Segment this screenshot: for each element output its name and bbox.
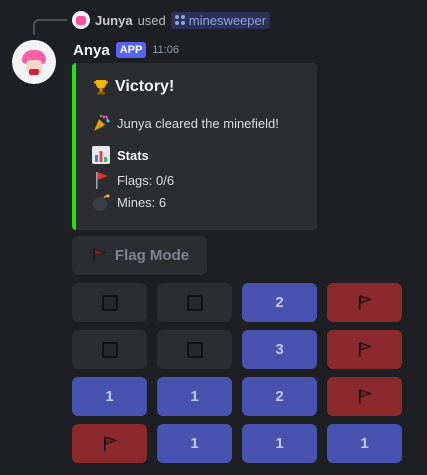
stats-heading: Stats (90, 144, 149, 166)
cell-number: 3 (275, 341, 284, 358)
hidden-cell-button[interactable] (72, 283, 147, 322)
stats-flags: Flags: 0/6 (90, 169, 174, 191)
trophy-icon (90, 76, 112, 98)
revealed-number-cell[interactable]: 3 (242, 330, 317, 369)
reply-context[interactable]: Junya used minesweeper (72, 10, 271, 30)
minesweeper-board: 2 3 1 1 2 1 1 1 (72, 283, 402, 463)
hidden-square-icon (186, 294, 203, 311)
flagged-cell-button[interactable] (72, 424, 147, 463)
flag-icon (355, 293, 375, 313)
stats-title-text: Stats (117, 147, 149, 163)
message-timestamp[interactable]: 11:06 (152, 44, 179, 56)
revealed-number-cell[interactable]: 1 (327, 424, 402, 463)
flag-icon (355, 387, 375, 407)
flags-count-text: Flags: 0/6 (117, 172, 175, 188)
revealed-number-cell[interactable]: 2 (242, 377, 317, 416)
hidden-cell-button[interactable] (72, 330, 147, 369)
cell-number: 2 (275, 294, 284, 311)
hidden-cell-button[interactable] (157, 283, 232, 322)
flag-icon (100, 434, 120, 454)
flagged-cell-button[interactable] (327, 283, 402, 322)
flag-mode-button[interactable]: Flag Mode (72, 236, 207, 275)
flagged-cell-button[interactable] (327, 330, 402, 369)
party-popper-icon (90, 112, 112, 134)
flag-icon (90, 247, 108, 265)
revealed-number-cell[interactable]: 2 (242, 283, 317, 322)
hidden-square-icon (101, 294, 118, 311)
result-embed: Victory! Junya cleared the minefield! St… (72, 63, 317, 230)
hidden-cell-button[interactable] (157, 330, 232, 369)
stats-mines: Mines: 6 (90, 191, 166, 213)
bomb-icon (90, 191, 112, 213)
embed-title-text: Victory! (115, 78, 175, 95)
cell-number: 1 (360, 435, 369, 452)
flagged-cell-button[interactable] (327, 377, 402, 416)
author-avatar[interactable] (12, 40, 56, 84)
command-name: minesweeper (188, 12, 267, 28)
message-header: Anya APP 11:06 (73, 40, 179, 60)
cell-number: 1 (190, 435, 199, 452)
cell-number: 1 (190, 388, 199, 405)
flag-icon (90, 169, 112, 191)
cell-number: 2 (275, 388, 284, 405)
revealed-number-cell[interactable]: 1 (157, 377, 232, 416)
reply-connector (33, 19, 67, 35)
reply-username[interactable]: Junya (95, 13, 133, 28)
embed-description-text: Junya cleared the minefield! (117, 115, 279, 131)
app-badge: APP (115, 42, 147, 58)
author-name[interactable]: Anya (73, 42, 110, 59)
revealed-number-cell[interactable]: 1 (157, 424, 232, 463)
mines-count-text: Mines: 6 (117, 194, 167, 210)
flag-icon (355, 340, 375, 360)
bar-chart-icon (90, 144, 112, 166)
flag-mode-label: Flag Mode (114, 247, 190, 264)
hidden-square-icon (186, 341, 203, 358)
cell-number: 1 (275, 435, 284, 452)
command-mention[interactable]: minesweeper (170, 11, 271, 29)
embed-title: Victory! (90, 76, 174, 98)
slash-command-icon (174, 15, 185, 25)
cell-number: 1 (105, 388, 114, 405)
reply-used-text: used (137, 12, 166, 28)
revealed-number-cell[interactable]: 1 (242, 424, 317, 463)
revealed-number-cell[interactable]: 1 (72, 377, 147, 416)
reply-user-avatar[interactable] (72, 11, 90, 29)
hidden-square-icon (101, 341, 118, 358)
embed-description: Junya cleared the minefield! (90, 112, 279, 134)
